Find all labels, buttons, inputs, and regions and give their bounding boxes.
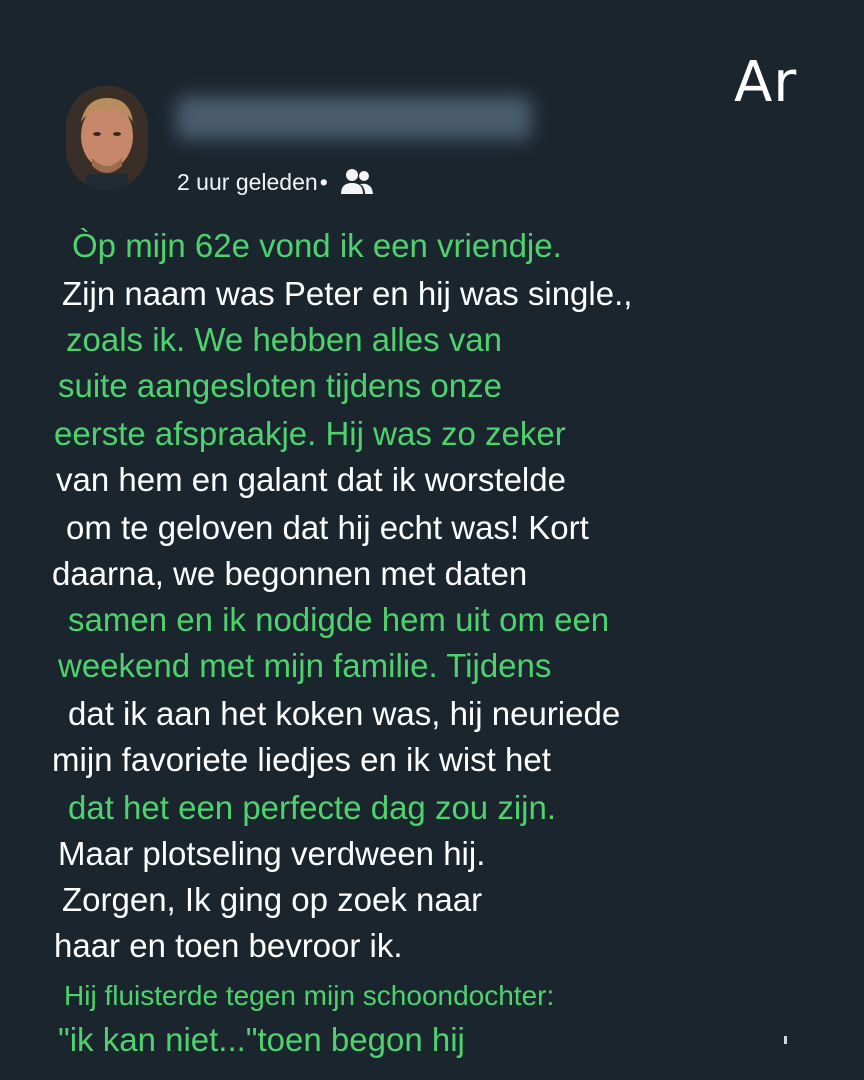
story-line: "ik kan niet..."toen begon hij [58, 1021, 465, 1058]
decorative-mark [784, 1036, 787, 1044]
story-line: Zijn naam was Peter en hij was single., [62, 275, 633, 312]
story-line: om te geloven dat hij echt was! Kort [66, 509, 589, 546]
story-line: Òp mijn 62e vond ik een vriendje. [72, 227, 562, 264]
story-line: van hem en galant dat ik worstelde [56, 461, 566, 498]
story-line: Hij fluisterde tegen mijn schoondochter: [64, 980, 555, 1011]
story-line: Maar plotseling verdween hij. [58, 835, 486, 872]
story-line: samen en ik nodigde hem uit om een [68, 601, 610, 638]
story-line: weekend met mijn familie. Tijdens [58, 647, 552, 684]
story-line: mijn favoriete liedjes en ik wist het [52, 741, 551, 778]
story-line: dat het een perfecte dag zou zijn. [68, 789, 557, 826]
story-line: dat ik aan het koken was, hij neuriede [68, 695, 621, 732]
story-line: zoals ik. We hebben alles van [66, 321, 502, 358]
story-text: Òp mijn 62e vond ik een vriendje. Zijn n… [0, 0, 864, 1080]
story-line: Zorgen, Ik ging op zoek naar [62, 881, 483, 918]
story-line: suite aangesloten tijdens onze [58, 367, 502, 404]
story-line: eerste afspraakje. Hij was zo zeker [54, 415, 566, 452]
story-line: daarna, we begonnen met daten [52, 555, 528, 592]
story-line: haar en toen bevroor ik. [54, 927, 403, 964]
